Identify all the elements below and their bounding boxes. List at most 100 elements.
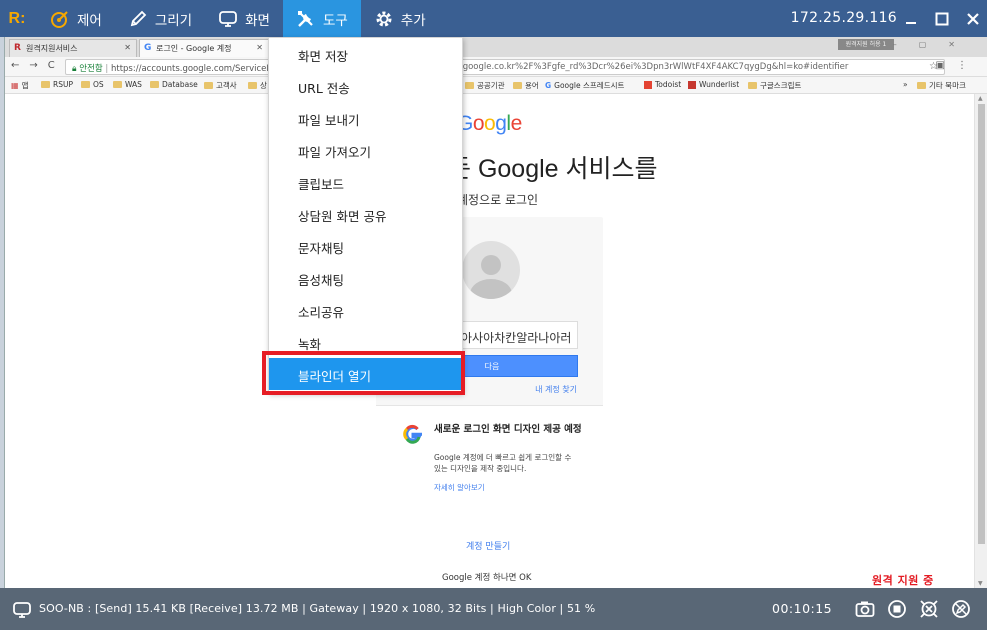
lock-icon: 🔒︎ xyxy=(72,64,77,74)
session-status-bar: SOO-NB : [Send] 15.41 KB [Receive] 13.72… xyxy=(0,588,987,630)
promo-title: 새로운 로그인 화면 디자인 제공 예정 xyxy=(434,424,582,435)
bookmarks-bar: ▦ 앱 RSUP OS WAS Database 고객사 상 공공기관 용어 GG… xyxy=(5,77,987,94)
scroll-up-icon[interactable]: ▲ xyxy=(978,95,983,102)
menu-draw[interactable]: 그리기 xyxy=(115,0,205,37)
learn-more-link[interactable]: 자세히 알아보기 xyxy=(434,482,485,493)
browser-tab-active[interactable]: G 로그인 - Google 계정 ✕ xyxy=(139,39,269,57)
remote-screen[interactable]: R 원격지원서비스 ✕ G 로그인 - Google 계정 ✕ 원격지원 허용 … xyxy=(4,37,987,588)
bookmark-other[interactable]: 기타 북마크 xyxy=(917,80,966,91)
maximize-icon[interactable] xyxy=(934,11,950,27)
pen-off-icon[interactable] xyxy=(950,598,972,620)
promo-box: 새로운 로그인 화면 디자인 제공 예정 Google 계정에 더 빠르고 쉽게… xyxy=(376,405,603,512)
bookmark-item[interactable]: RSUP xyxy=(41,80,73,89)
menu-item-clipboard[interactable]: 클립보드 xyxy=(269,166,462,198)
menu-control-label: 제어 xyxy=(77,12,102,29)
bookmark-item[interactable]: 상 xyxy=(248,80,267,91)
page-footer-text: Google 계정 하나면 OK xyxy=(442,573,532,583)
menu-screen-label: 화면 xyxy=(245,12,270,29)
highlight-callout-box xyxy=(262,351,465,395)
google-g-icon: G xyxy=(545,81,552,90)
remote-toolbar: R: 제어 그리기 화면 도구 추가 172.25.29.116 xyxy=(0,0,987,37)
url-tail: .google.co.kr%2F%3Fgfe_rd%3Dcr%26ei%3Dpn… xyxy=(460,62,849,72)
folder-icon xyxy=(748,82,757,89)
menu-more[interactable]: 추가 xyxy=(361,0,439,37)
browser-nav-icons[interactable]: ←→C xyxy=(11,60,65,71)
browser-tab[interactable]: R 원격지원서비스 ✕ xyxy=(9,39,137,57)
bookmark-item[interactable]: WAS xyxy=(113,80,142,89)
tools-dropdown-menu: 화면 저장 URL 전송 파일 보내기 파일 가져오기 클립보드 상담원 화면 … xyxy=(268,37,463,393)
menu-item-voice-chat[interactable]: 음성채팅 xyxy=(269,262,462,294)
browser-address-bar: ←→C 🔒︎ 안전함 | https://accounts.google.com… xyxy=(5,57,987,77)
logo-text: R: xyxy=(8,9,26,27)
tab-close-icon[interactable]: ✕ xyxy=(256,43,263,52)
secure-label: 안전함 xyxy=(79,64,103,74)
folder-icon xyxy=(513,82,522,89)
menu-item-send-file[interactable]: 파일 보내기 xyxy=(269,102,462,134)
bookmark-item[interactable]: Database xyxy=(150,80,198,89)
camera-icon[interactable] xyxy=(854,598,876,620)
apps-grid-icon: ▦ xyxy=(11,81,19,90)
menu-item-get-file[interactable]: 파일 가져오기 xyxy=(269,134,462,166)
window-controls xyxy=(903,0,981,37)
bookmark-item[interactable]: 고객사 xyxy=(204,80,237,91)
avatar xyxy=(462,241,520,299)
scroll-thumb[interactable] xyxy=(978,104,985,544)
remote-ip: 172.25.29.116 xyxy=(790,10,897,26)
menu-screen[interactable]: 화면 xyxy=(205,0,283,37)
control-icon xyxy=(50,9,70,29)
bookmark-item[interactable]: 용어 xyxy=(513,80,539,91)
session-timer: 00:10:15 xyxy=(772,601,833,616)
remote-badge: 원격지원 허용 1 xyxy=(838,39,894,50)
folder-icon xyxy=(150,81,159,88)
close-icon[interactable] xyxy=(965,11,981,27)
create-account-link[interactable]: 계정 만들기 xyxy=(466,539,510,552)
menu-draw-label: 그리기 xyxy=(154,12,193,29)
menu-item-agent-screen-share[interactable]: 상담원 화면 공유 xyxy=(269,198,462,230)
promo-body: Google 계정에 더 빠르고 쉽게 로그인할 수 있는 디자인을 제작 중입… xyxy=(434,453,572,473)
folder-icon xyxy=(465,82,474,89)
bookmark-item[interactable]: Todoist xyxy=(644,80,681,89)
tab-title: 원격지원서비스 xyxy=(26,44,78,53)
page-subheadline: 계정으로 로그인 xyxy=(457,193,539,207)
bookmark-item[interactable]: 공공기관 xyxy=(465,80,505,91)
minimize-icon[interactable] xyxy=(903,11,919,27)
bookmark-apps[interactable]: ▦ 앱 xyxy=(11,80,28,91)
find-account-link[interactable]: 내 계정 찾기 xyxy=(535,384,577,395)
folder-icon xyxy=(917,82,926,89)
gear-icon xyxy=(374,9,394,29)
google-g-icon xyxy=(402,423,424,451)
monitor-icon xyxy=(218,9,238,29)
stop-icon[interactable] xyxy=(886,598,908,620)
bookmark-item[interactable]: Wunderlist xyxy=(688,80,739,89)
menu-control[interactable]: 제어 xyxy=(34,0,115,37)
disconnect-icon[interactable] xyxy=(918,598,940,620)
session-stats: SOO-NB : [Send] 15.41 KB [Receive] 13.72… xyxy=(39,602,596,615)
pen-icon xyxy=(128,9,148,29)
tab-favicon: R xyxy=(14,43,21,53)
browser-menu-icons[interactable]: ▣⋮ xyxy=(936,60,979,71)
bookmark-item[interactable]: G Google 스프레드시트 xyxy=(545,80,624,91)
url-head: https://accounts.google.com/ServiceL xyxy=(110,64,272,74)
folder-icon xyxy=(81,81,90,88)
tab-title: 로그인 - Google 계정 xyxy=(156,44,232,53)
bookmark-item[interactable]: OS xyxy=(81,80,104,89)
menu-item-text-chat[interactable]: 문자채팅 xyxy=(269,230,462,262)
folder-icon xyxy=(41,81,50,88)
tools-icon xyxy=(296,9,316,29)
google-signin-page: Google 모든 Google 서비스를 계정으로 로그인 아사아차칸알라나아… xyxy=(5,94,975,588)
tab-close-icon[interactable]: ✕ xyxy=(124,43,131,52)
browser-window-controls[interactable]: –▢✕ xyxy=(893,40,977,49)
scroll-down-icon[interactable]: ▼ xyxy=(978,580,983,587)
bookmarks-overflow[interactable]: » xyxy=(903,80,908,89)
menu-item-sound-share[interactable]: 소리공유 xyxy=(269,294,462,326)
folder-icon xyxy=(113,81,122,88)
menu-item-save-screen[interactable]: 화면 저장 xyxy=(269,38,462,70)
page-scrollbar[interactable]: ▲ ▼ xyxy=(974,94,987,588)
todoist-icon xyxy=(644,80,652,89)
menu-tools[interactable]: 도구 xyxy=(282,0,361,37)
url-input[interactable]: 🔒︎ 안전함 | https://accounts.google.com/Ser… xyxy=(65,59,945,75)
app-logo: R: xyxy=(0,0,34,37)
bookmark-item[interactable]: 구글스크립트 xyxy=(748,80,801,91)
browser-tab-strip: R 원격지원서비스 ✕ G 로그인 - Google 계정 ✕ 원격지원 허용 … xyxy=(5,37,987,57)
menu-item-send-url[interactable]: URL 전송 xyxy=(269,70,462,102)
